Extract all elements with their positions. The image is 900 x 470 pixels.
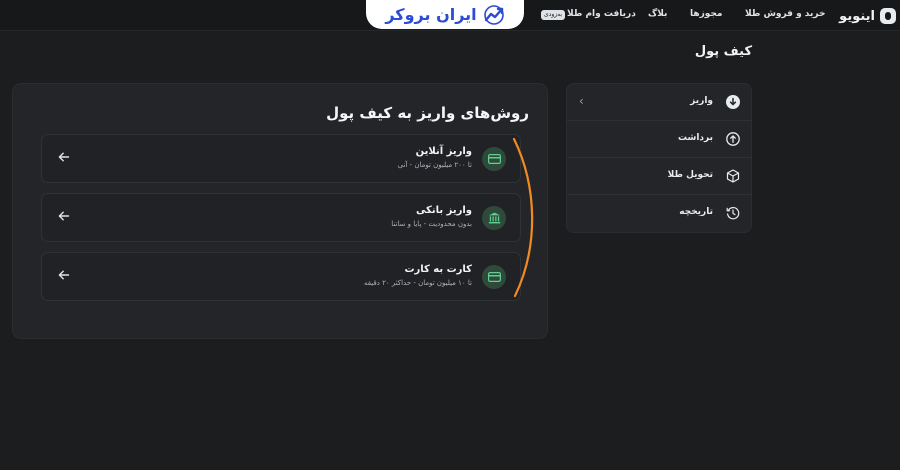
method-title: واریز آنلاین bbox=[415, 146, 472, 157]
chevron-left-icon: ‹ bbox=[579, 94, 584, 108]
brand-mark-icon bbox=[880, 8, 896, 24]
method-subtitle: تا ۱۰ میلیون تومان - حداکثر ۲۰ دقیقه bbox=[363, 279, 472, 287]
method-card-to-card[interactable]: کارت به کارت تا ۱۰ میلیون تومان - حداکثر… bbox=[41, 252, 521, 301]
nav-gold-loan[interactable]: دریافت وام طلا bbox=[567, 9, 636, 19]
nav-licenses[interactable]: مجوزها bbox=[690, 9, 723, 19]
method-bank-deposit[interactable]: واریز بانکی بدون محدودیت - پایا و ساتنا bbox=[41, 193, 521, 242]
nav-buy-sell-gold[interactable]: خرید و فروش طلا bbox=[745, 9, 825, 19]
arrow-left-icon bbox=[58, 152, 70, 162]
watermark-text: ایران بروکر bbox=[385, 5, 477, 24]
brand-name: اینویو bbox=[839, 8, 875, 24]
watermark-chart-icon bbox=[483, 4, 504, 25]
sidebar-item-history[interactable]: تاریخچه bbox=[567, 195, 751, 232]
arrow-down-circle-icon bbox=[726, 95, 740, 109]
annotation-bracket bbox=[512, 137, 534, 298]
brand-logo[interactable]: اینویو bbox=[839, 6, 896, 26]
deposit-methods-panel: روش‌های واریز به کیف پول واریز آنلاین تا… bbox=[12, 83, 548, 339]
method-title: کارت به کارت bbox=[404, 264, 472, 275]
card-icon bbox=[482, 147, 506, 171]
bank-icon bbox=[482, 206, 506, 230]
sidebar-item-label: تاریخچه bbox=[679, 207, 713, 217]
method-online-deposit[interactable]: واریز آنلاین تا ۲۰۰ میلیون تومان - آنی bbox=[41, 134, 521, 183]
sidebar-item-withdraw[interactable]: برداشت bbox=[567, 121, 751, 158]
method-subtitle: تا ۲۰۰ میلیون تومان - آنی bbox=[397, 161, 472, 169]
panel-title: روش‌های واریز به کیف پول bbox=[326, 104, 529, 122]
method-title: واریز بانکی bbox=[415, 205, 472, 216]
history-icon bbox=[726, 206, 740, 220]
sidebar-item-label: تحویل طلا bbox=[667, 170, 713, 180]
iran-broker-watermark: ایران بروکر bbox=[366, 0, 524, 29]
sidebar-item-label: برداشت bbox=[677, 133, 713, 143]
sidebar-item-label: واریز bbox=[690, 96, 713, 106]
method-subtitle: بدون محدودیت - پایا و ساتنا bbox=[391, 220, 472, 228]
arrow-up-circle-icon bbox=[726, 132, 740, 146]
nav-blog[interactable]: بلاگ bbox=[648, 9, 667, 19]
wallet-sidebar: واریز ‹ برداشت تحویل طلا تاریخچه bbox=[566, 83, 752, 233]
card-icon bbox=[482, 265, 506, 289]
sidebar-item-gold-delivery[interactable]: تحویل طلا bbox=[567, 158, 751, 195]
arrow-left-icon bbox=[58, 211, 70, 221]
box-icon bbox=[726, 169, 740, 183]
coming-soon-badge: به‌زودی bbox=[541, 10, 566, 20]
sidebar-item-deposit[interactable]: واریز ‹ bbox=[567, 84, 751, 121]
arrow-left-icon bbox=[58, 270, 70, 280]
page-title: کیف پول bbox=[694, 44, 752, 59]
